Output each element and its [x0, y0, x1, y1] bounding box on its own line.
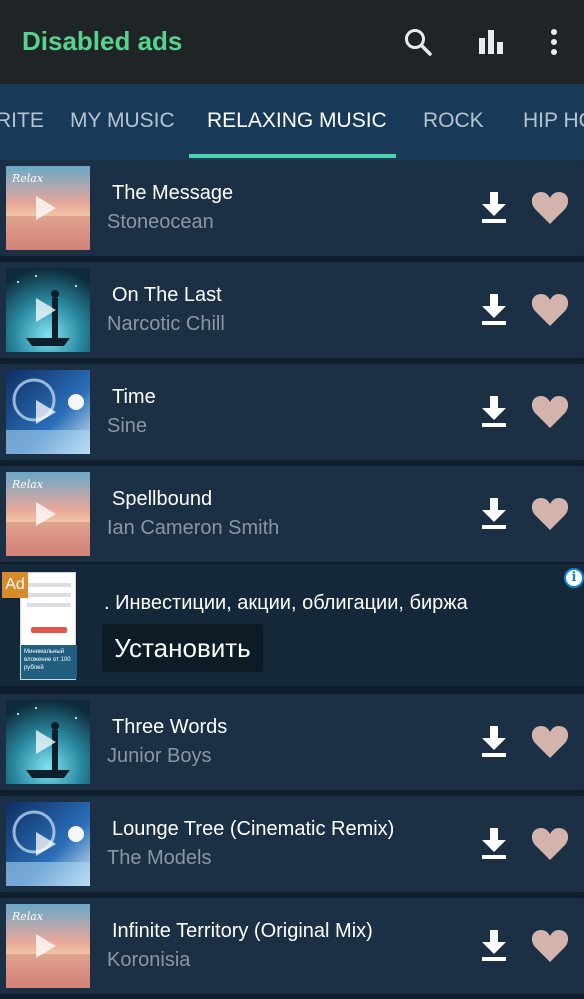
- play-icon[interactable]: [36, 298, 56, 322]
- ad-image-caption: Минимальный вложение от 100 рублей: [21, 645, 77, 679]
- tab-my-music[interactable]: MY MUSIC: [70, 109, 175, 133]
- song-artist: Sine: [107, 415, 148, 437]
- album-art-moon: [6, 802, 90, 886]
- tab-hip-hop[interactable]: HIP HO: [523, 109, 584, 133]
- song-artist: Koronisia: [107, 949, 191, 971]
- category-tabs: RITE MY MUSIC RELAXING MUSIC ROCK HIP HO: [0, 84, 584, 160]
- heart-icon[interactable]: [530, 928, 570, 964]
- song-row[interactable]: Relax Spellbound Ian Cameron Smith: [0, 466, 584, 562]
- heart-icon[interactable]: [530, 724, 570, 760]
- song-title: Spellbound: [112, 488, 213, 510]
- download-icon[interactable]: [478, 724, 510, 758]
- equalizer-icon[interactable]: [475, 26, 507, 58]
- app-bar: Disabled ads: [0, 0, 584, 84]
- song-artist: Stoneocean: [107, 211, 214, 233]
- play-icon[interactable]: [36, 400, 56, 424]
- song-row[interactable]: Relax The Message Stoneocean: [0, 160, 584, 256]
- song-row[interactable]: Three Words Junior Boys: [0, 694, 584, 790]
- heart-icon[interactable]: [530, 190, 570, 226]
- song-title: The Message: [112, 182, 234, 204]
- album-art-moon: [6, 370, 90, 454]
- song-row[interactable]: Time Sine: [0, 364, 584, 460]
- song-artist: Narcotic Chill: [107, 313, 225, 335]
- ad-info-icon[interactable]: i: [564, 568, 584, 588]
- play-icon[interactable]: [36, 934, 56, 958]
- play-icon[interactable]: [36, 502, 56, 526]
- tab-rock[interactable]: ROCK: [423, 109, 484, 133]
- album-art-sunset: Relax: [6, 166, 90, 250]
- search-icon[interactable]: [402, 26, 434, 58]
- song-title: Lounge Tree (Cinematic Remix): [112, 818, 395, 840]
- download-icon[interactable]: [478, 826, 510, 860]
- download-icon[interactable]: [478, 928, 510, 962]
- song-title: Infinite Territory (Original Mix): [112, 920, 373, 942]
- song-row[interactable]: Lounge Tree (Cinematic Remix) The Models: [0, 796, 584, 892]
- song-artist: Junior Boys: [107, 745, 212, 767]
- album-art-sunset: Relax: [6, 904, 90, 988]
- tab-relaxing-music[interactable]: RELAXING MUSIC: [207, 109, 387, 133]
- svg-text:Relax: Relax: [11, 172, 44, 185]
- app-title: Disabled ads: [22, 26, 183, 56]
- ad-image-line: [27, 593, 71, 597]
- download-icon[interactable]: [478, 496, 510, 530]
- download-icon[interactable]: [478, 190, 510, 224]
- more-vert-icon[interactable]: [538, 26, 570, 58]
- play-icon[interactable]: [36, 196, 56, 220]
- song-title: Time: [112, 386, 156, 408]
- song-artist: The Models: [107, 847, 212, 869]
- ad-badge: Ad: [2, 572, 28, 598]
- download-icon[interactable]: [478, 394, 510, 428]
- heart-icon[interactable]: [530, 496, 570, 532]
- heart-icon[interactable]: [530, 394, 570, 430]
- album-art-sunset: Relax: [6, 472, 90, 556]
- download-icon[interactable]: [478, 292, 510, 326]
- ad-banner[interactable]: Минимальный вложение от 100 рублей Ad . …: [0, 564, 584, 686]
- play-icon[interactable]: [36, 730, 56, 754]
- album-art-boat: [6, 268, 90, 352]
- song-row[interactable]: On The Last Narcotic Chill: [0, 262, 584, 358]
- play-icon[interactable]: [36, 832, 56, 856]
- ad-image-line: [27, 603, 71, 607]
- ad-image-accent: [31, 627, 67, 633]
- song-title: On The Last: [112, 284, 222, 306]
- tab-favorite[interactable]: RITE: [0, 109, 44, 133]
- ad-image-line: [27, 583, 71, 587]
- ad-install-button[interactable]: Установить: [102, 624, 263, 672]
- album-art-boat: [6, 700, 90, 784]
- song-row[interactable]: Relax Infinite Territory (Original Mix) …: [0, 898, 584, 994]
- svg-text:Relax: Relax: [11, 478, 44, 491]
- ad-text[interactable]: . Инвестиции, акции, облигации, биржа: [104, 592, 468, 615]
- active-tab-indicator: [189, 154, 396, 158]
- heart-icon[interactable]: [530, 292, 570, 328]
- song-title: Three Words: [112, 716, 228, 738]
- svg-text:Relax: Relax: [11, 910, 44, 923]
- ad-image[interactable]: Минимальный вложение от 100 рублей: [20, 572, 77, 680]
- song-artist: Ian Cameron Smith: [107, 517, 280, 539]
- heart-icon[interactable]: [530, 826, 570, 862]
